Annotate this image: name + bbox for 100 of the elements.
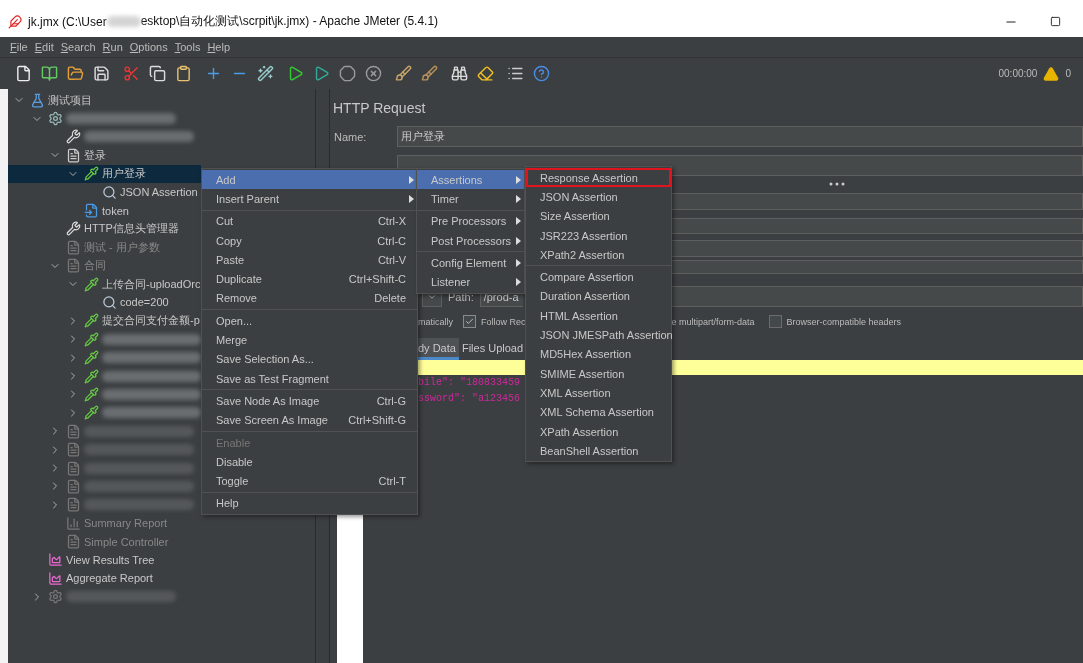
new-file-icon[interactable] [14, 65, 32, 82]
menu-item[interactable]: Merge [202, 330, 417, 350]
menu-item[interactable]: Disable [202, 452, 417, 472]
menu-item[interactable]: Pre Processors [417, 211, 524, 231]
menu-item[interactable]: Save as Test Fragment [202, 368, 417, 389]
name-field[interactable]: 用户登录 [397, 126, 1083, 147]
menu-title[interactable]: Tools [174, 41, 201, 53]
menu-item[interactable]: Compare Assertion [526, 267, 671, 287]
menu-item[interactable]: JSON Assertion [526, 187, 671, 207]
tree-label: 测试项目 [48, 92, 92, 108]
tree-label: 用户登录 [102, 166, 146, 182]
checkbox[interactable] [463, 315, 476, 328]
pipette-icon [83, 313, 99, 329]
menu-title[interactable]: Edit [34, 41, 54, 53]
menu-item[interactable]: SMIME Assertion [526, 363, 671, 384]
magnifier-icon [101, 295, 117, 310]
menu-item[interactable]: Cut Ctrl-X [202, 211, 417, 231]
tree-item[interactable]: JSON Assertion [8, 182, 201, 202]
tree-item[interactable]: token [8, 201, 201, 220]
menu-title[interactable]: Options [129, 41, 168, 53]
menu-title[interactable]: Search [60, 41, 96, 53]
x-circle-icon[interactable] [364, 65, 382, 82]
menu-item[interactable]: Insert Parent [202, 189, 417, 209]
menu-item[interactable]: XML Assertion [526, 383, 671, 403]
stop-icon[interactable] [338, 65, 356, 82]
help-icon[interactable] [532, 65, 550, 82]
chart-icon [47, 552, 63, 568]
menu-item[interactable]: Config Element [417, 253, 524, 273]
menu-item[interactable]: Help [202, 493, 417, 514]
menu-item[interactable]: Paste Ctrl-V [202, 250, 417, 270]
tree-item[interactable]: HTTP信息头管理器 [8, 219, 201, 239]
menu-item[interactable]: Open... [202, 311, 417, 331]
menu-item[interactable]: HTML Assertion [526, 306, 671, 326]
flask-icon [29, 92, 45, 108]
menu-item[interactable]: Copy Ctrl-C [202, 230, 417, 251]
document-icon [65, 147, 81, 163]
document-icon [65, 239, 81, 255]
code-line: ssword": "a123456 [418, 392, 521, 406]
tree-item[interactable]: 登录 [8, 146, 201, 165]
menu-item[interactable]: JSR223 Assertion [526, 225, 671, 246]
document-icon [65, 460, 81, 476]
copy-icon[interactable] [148, 65, 166, 82]
wand-icon[interactable] [256, 65, 274, 82]
blurred-text [106, 16, 141, 27]
menu-title[interactable]: Help [207, 41, 231, 53]
checkbox-label: Browser-compatible headers [786, 316, 902, 327]
maximize-icon[interactable] [1050, 16, 1061, 27]
menu-item[interactable]: Save Selection As... [202, 349, 417, 369]
menu-title[interactable]: File [10, 41, 28, 53]
document-arrow-icon [83, 203, 99, 219]
menu-item[interactable]: XML Schema Assertion [526, 402, 671, 422]
pipette-icon [83, 386, 99, 402]
menu-item[interactable]: Duplicate Ctrl+Shift-C [202, 269, 417, 289]
more-icon[interactable] [828, 182, 845, 186]
menu-item[interactable]: Save Node As Image Ctrl-G [202, 391, 417, 411]
menu-item[interactable]: XPath2 Assertion [526, 245, 671, 265]
book-icon[interactable] [40, 65, 58, 82]
menu-item[interactable]: Remove Delete [202, 288, 417, 309]
document-icon [65, 497, 81, 513]
tree-label: View Results Tree [66, 553, 155, 566]
warning-icon[interactable] [1043, 65, 1060, 82]
menu-item[interactable]: XPath Assertion [526, 421, 671, 442]
tree-label: HTTP信息头管理器 [84, 221, 179, 237]
panel-title: HTTP Request [332, 98, 427, 118]
menu-item[interactable]: Size Assertion [526, 206, 671, 226]
save-icon[interactable] [92, 65, 110, 82]
menu-item[interactable]: Post Processors [417, 230, 524, 251]
menu-item[interactable]: JSON JMESPath Assertion [526, 325, 671, 345]
tab[interactable]: dy Data [418, 338, 459, 360]
tree-item[interactable]: Aggregate Report [8, 569, 201, 588]
binoculars-icon[interactable] [450, 65, 468, 82]
tree-item[interactable]: 测试项目 [8, 91, 201, 110]
pipette-icon [83, 276, 99, 292]
folder-icon[interactable] [66, 65, 84, 82]
cut-icon[interactable] [122, 65, 140, 82]
checkbox-label: Follow Rec [481, 316, 526, 327]
menu-item[interactable]: Timer [417, 189, 524, 209]
magnifier-icon [101, 184, 117, 200]
menu-item[interactable]: Save Screen As Image Ctrl+Shift-G [202, 410, 417, 430]
tab[interactable]: Files Upload [461, 338, 527, 360]
menu-item[interactable]: MD5Hex Assertion [526, 344, 671, 364]
menu-item[interactable]: BeanShell Assertion [526, 441, 671, 461]
menu-item[interactable]: Response Assertion [526, 168, 671, 188]
paste-icon[interactable] [174, 65, 192, 82]
tree-item[interactable]: View Results Tree [8, 550, 201, 570]
option-label: e multipart/form-data [671, 316, 755, 327]
menu-item[interactable]: Toggle Ctrl-T [202, 471, 417, 491]
field-label: Name: [334, 130, 368, 143]
eraser-icon[interactable] [476, 65, 494, 82]
menu-title[interactable]: Run [102, 41, 123, 53]
menu-item[interactable]: Duration Assertion [526, 286, 671, 307]
checkbox[interactable] [768, 315, 782, 328]
warning-count: 0 [1065, 68, 1071, 79]
tree-label: 合同 [84, 258, 106, 274]
submenu-arrow-icon [516, 258, 521, 267]
document-icon [65, 258, 81, 274]
tree-item[interactable]: 用户登录 [8, 164, 201, 183]
wrench-icon [65, 129, 81, 145]
list-icon[interactable] [506, 65, 524, 82]
gear-icon [47, 589, 63, 605]
